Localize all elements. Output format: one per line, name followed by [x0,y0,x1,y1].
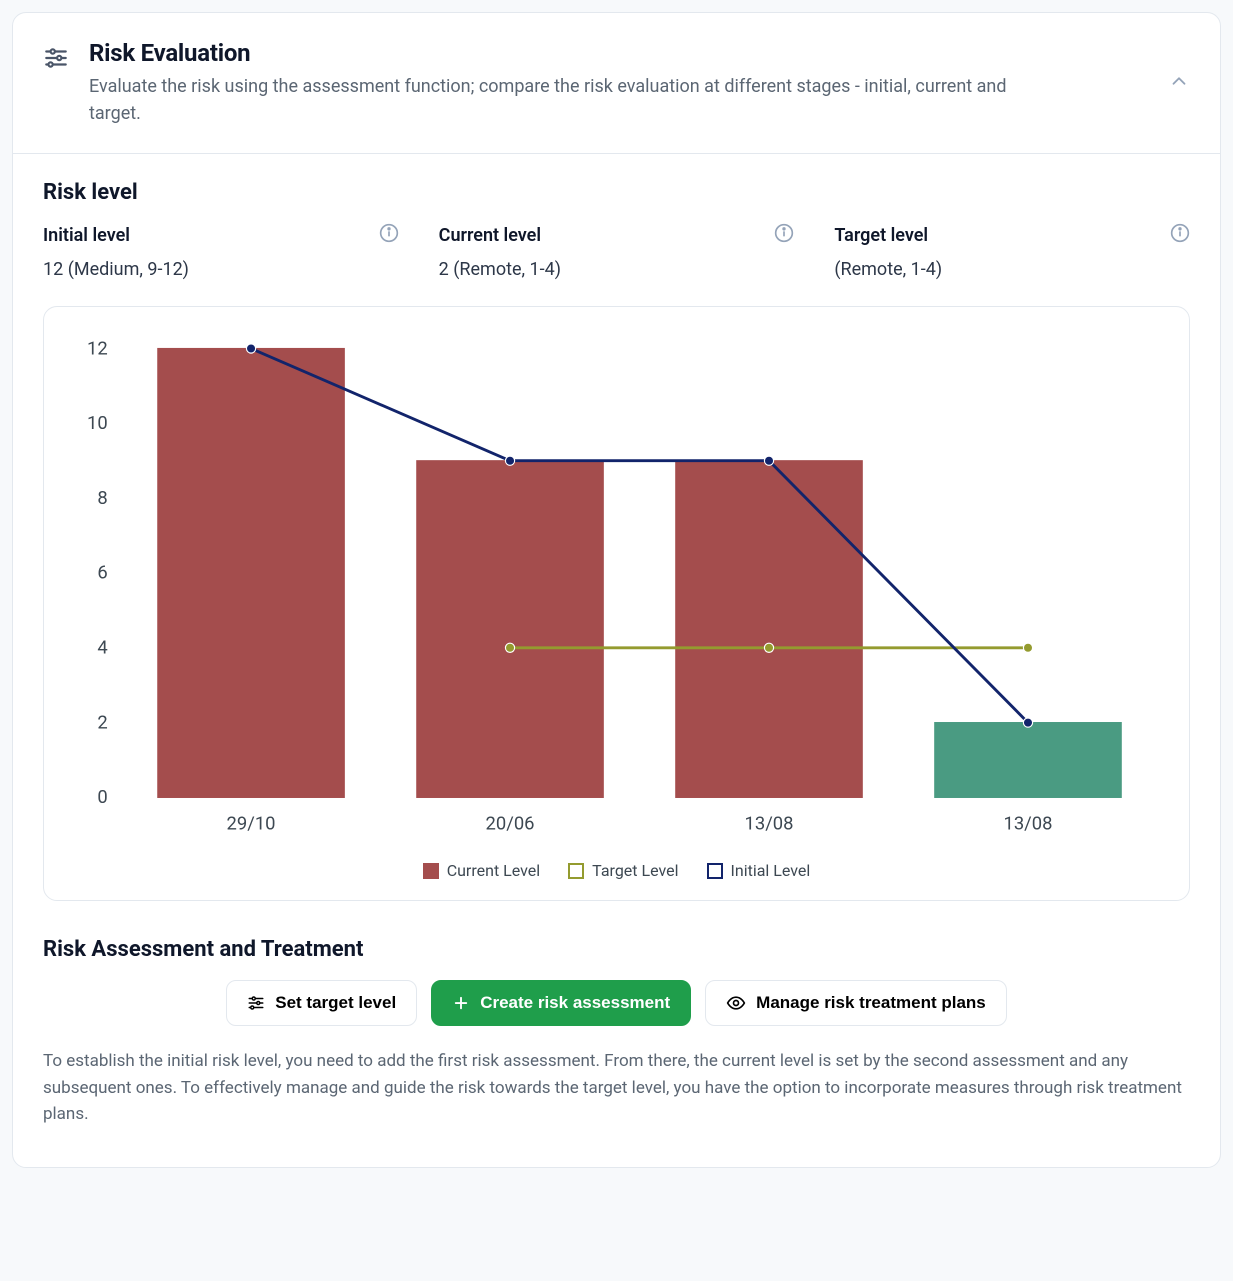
sliders-icon [247,994,265,1012]
legend-target-label: Target Level [592,861,678,880]
legend-swatch-initial-icon [707,863,723,879]
chart-legend: Current Level Target Level Initial Level [64,861,1169,880]
assessment-help-text: To establish the initial risk level, you… [43,1048,1190,1127]
set-target-level-label: Set target level [275,993,396,1013]
card-description: Evaluate the risk using the assessment f… [89,73,1009,127]
set-target-level-button[interactable]: Set target level [226,980,417,1026]
info-icon[interactable] [1170,223,1190,247]
target-level-value: (Remote, 1-4) [834,259,1190,280]
initial-level-value: 12 (Medium, 9-12) [43,259,399,280]
svg-text:8: 8 [97,488,107,509]
card-title: Risk Evaluation [89,39,1152,67]
eye-icon [726,993,746,1013]
legend-current-label: Current Level [447,861,540,880]
svg-text:29/10: 29/10 [227,814,276,835]
legend-swatch-target-icon [568,863,584,879]
assessment-actions: Set target level Create risk assessment … [43,980,1190,1026]
sliders-icon [43,45,69,75]
svg-text:4: 4 [97,638,107,659]
initial-level-label: Initial level [43,225,130,246]
svg-text:13/08: 13/08 [1004,814,1053,835]
plus-icon [452,994,470,1012]
risk-evaluation-card: Risk Evaluation Evaluate the risk using … [12,12,1221,1168]
chevron-up-icon [1168,70,1190,92]
svg-text:12: 12 [87,338,108,359]
svg-text:6: 6 [97,563,107,584]
svg-text:10: 10 [87,413,108,434]
create-risk-assessment-button[interactable]: Create risk assessment [431,980,691,1026]
info-icon[interactable] [774,223,794,247]
svg-text:0: 0 [97,787,107,808]
manage-treatment-plans-label: Manage risk treatment plans [756,993,986,1013]
chart-svg: 0 2 4 6 8 10 12 29/10 20/06 13/08 13/08 [64,337,1169,843]
target-level-label: Target level [834,225,928,246]
current-level: Current level 2 (Remote, 1-4) [439,223,795,280]
card-body: Risk level Initial level 12 (Medium, 9-1… [13,154,1220,1167]
legend-initial: Initial Level [707,861,811,880]
current-level-value: 2 (Remote, 1-4) [439,259,795,280]
svg-text:2: 2 [97,712,107,733]
risk-chart: 0 2 4 6 8 10 12 29/10 20/06 13/08 13/08 Current Le… [43,306,1190,901]
info-icon[interactable] [379,223,399,247]
legend-initial-label: Initial Level [731,861,811,880]
svg-text:13/08: 13/08 [745,814,794,835]
target-level: Target level (Remote, 1-4) [834,223,1190,280]
risk-level-summary: Initial level 12 (Medium, 9-12) Current … [43,223,1190,280]
manage-treatment-plans-button[interactable]: Manage risk treatment plans [705,980,1007,1026]
legend-current: Current Level [423,861,540,880]
assessment-heading: Risk Assessment and Treatment [43,937,1190,962]
initial-level: Initial level 12 (Medium, 9-12) [43,223,399,280]
create-risk-assessment-label: Create risk assessment [480,993,670,1013]
svg-text:20/06: 20/06 [486,814,535,835]
current-level-label: Current level [439,225,541,246]
card-header: Risk Evaluation Evaluate the risk using … [13,13,1220,154]
risk-level-heading: Risk level [43,180,1190,205]
collapse-button[interactable] [1168,70,1190,96]
legend-target: Target Level [568,861,678,880]
legend-swatch-current-icon [423,863,439,879]
